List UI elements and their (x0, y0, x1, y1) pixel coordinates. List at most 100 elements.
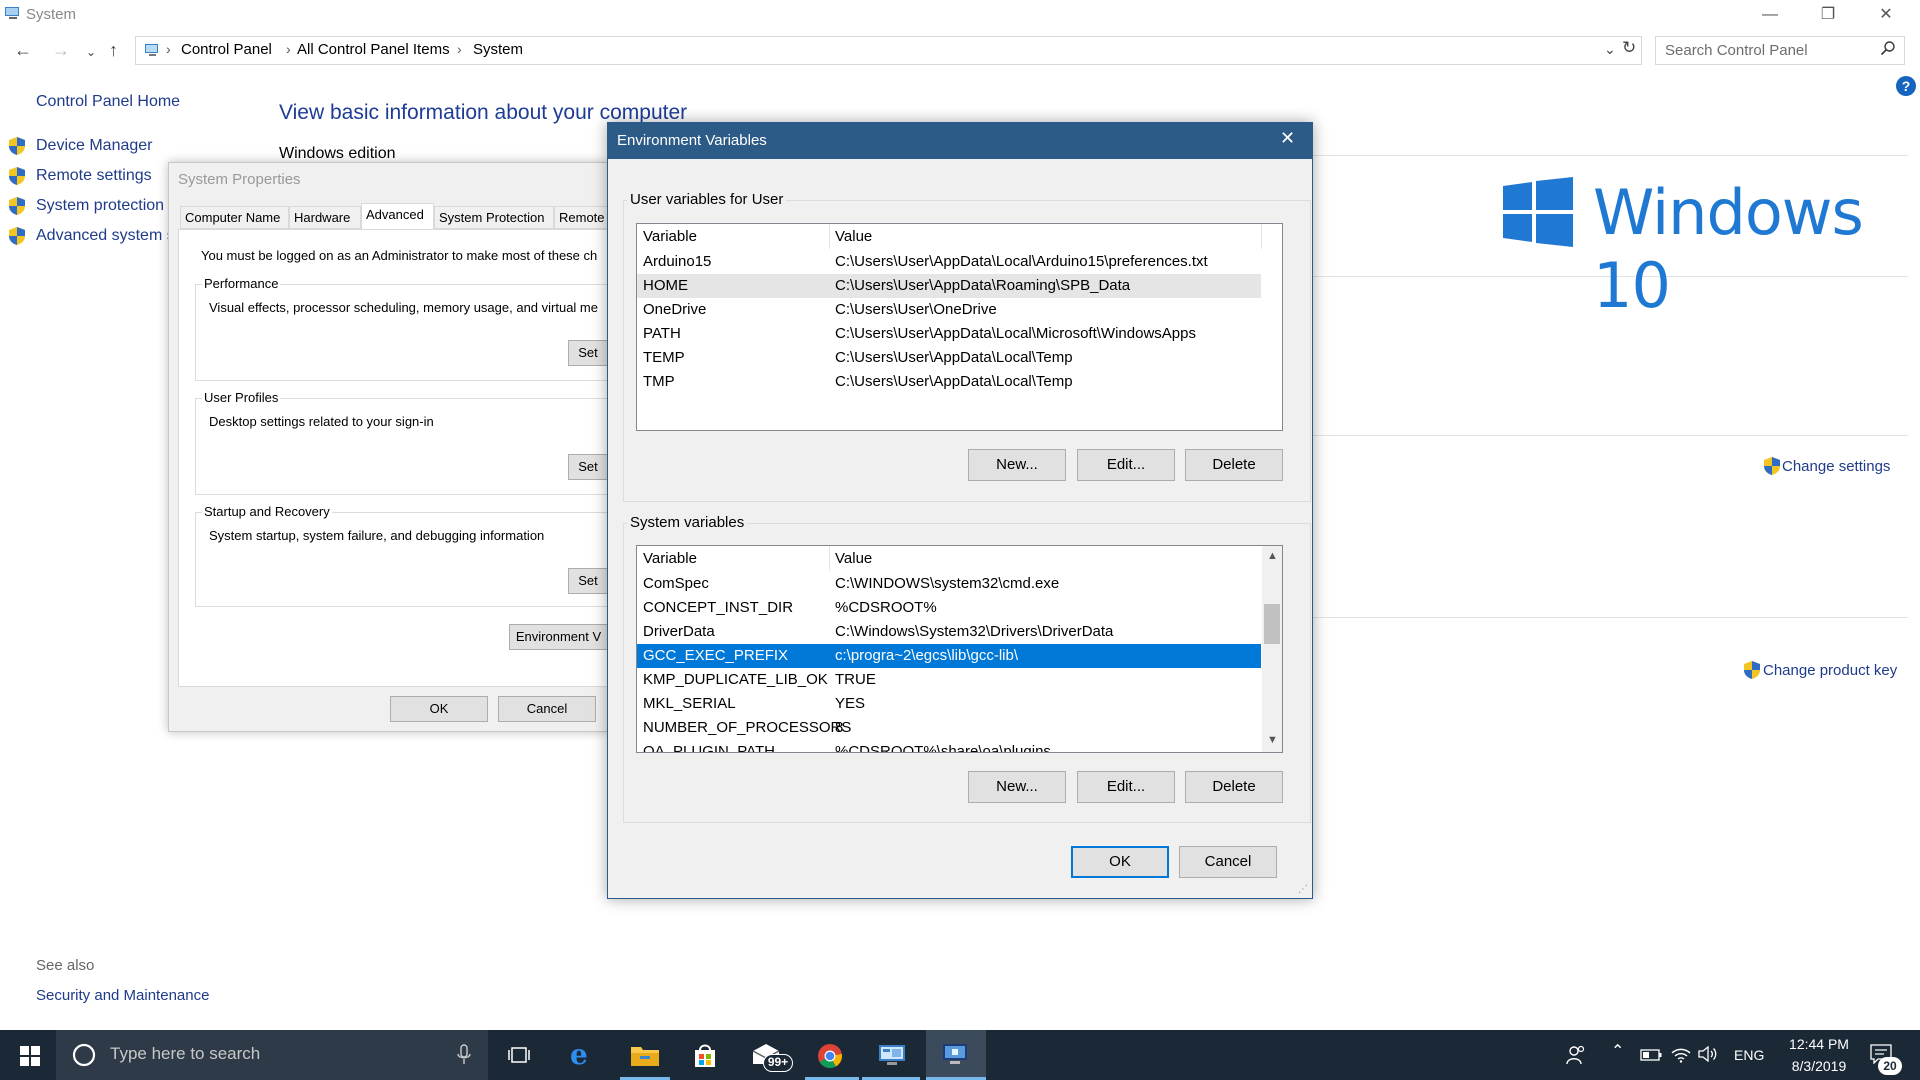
list-item[interactable]: DriverData C:\Windows\System32\Drivers\D… (637, 620, 1261, 644)
tab-advanced[interactable]: Advanced (361, 203, 434, 229)
column-header-value[interactable]: Value (835, 224, 872, 249)
control-panel-taskbar-icon[interactable] (878, 1044, 906, 1066)
column-header-value[interactable]: Value (835, 546, 872, 571)
variable-value: C:\Users\User\AppData\Local\Microsoft\Wi… (835, 325, 1196, 342)
startup-recovery-group (195, 512, 615, 607)
list-item[interactable]: OA_PLUGIN_PATH %CDSROOT%\share\oa\plugin… (637, 740, 1261, 752)
back-arrow-icon[interactable]: ← (14, 40, 32, 61)
scroll-down-icon[interactable]: ▼ (1267, 734, 1278, 746)
store-icon[interactable] (692, 1042, 718, 1068)
recent-locations-chevron-icon[interactable]: ⌄ (86, 45, 96, 59)
scrollbar-thumb[interactable] (1264, 604, 1280, 644)
volume-icon[interactable] (1698, 1046, 1718, 1062)
column-header-variable[interactable]: Variable (643, 546, 697, 571)
user-new-button[interactable]: New... (968, 449, 1066, 481)
minimize-button[interactable]: — (1742, 0, 1798, 30)
user-variables-list: Variable Value Arduino15 C:\Users\User\A… (636, 223, 1283, 431)
list-item[interactable]: ComSpec C:\WINDOWS\system32\cmd.exe (637, 572, 1261, 596)
clock-time[interactable]: 12:44 PM (1780, 1036, 1858, 1052)
list-item[interactable]: TMP C:\Users\User\AppData\Local\Temp (637, 370, 1261, 394)
list-item[interactable]: OneDrive C:\Users\User\OneDrive (637, 298, 1261, 322)
list-item[interactable]: KMP_DUPLICATE_LIB_OK TRUE (637, 668, 1261, 692)
up-arrow-icon[interactable]: ↑ (109, 40, 118, 61)
sidebar-item-device-manager[interactable]: Device Manager (36, 137, 153, 155)
scrollbar[interactable]: ▲ ▼ (1262, 546, 1282, 752)
close-button[interactable]: ✕ (1858, 0, 1914, 30)
user-profiles-settings-button[interactable]: Set (568, 454, 608, 480)
divider (1313, 617, 1908, 618)
tab-computer-name[interactable]: Computer Name (180, 206, 289, 229)
system-delete-button[interactable]: Delete (1185, 771, 1283, 803)
change-settings-link[interactable]: Change settings (1782, 458, 1890, 475)
language-indicator[interactable]: ENG (1734, 1047, 1764, 1063)
system-edit-button[interactable]: Edit... (1077, 771, 1175, 803)
system-title-bar (0, 0, 1920, 30)
variable-value: C:\Users\User\AppData\Local\Temp (835, 349, 1073, 366)
people-icon[interactable] (1566, 1045, 1586, 1065)
system-properties-ok-button[interactable]: OK (390, 696, 488, 722)
forward-arrow-icon[interactable]: → (52, 40, 70, 61)
user-delete-button[interactable]: Delete (1185, 449, 1283, 481)
list-item[interactable]: Arduino15 C:\Users\User\AppData\Local\Ar… (637, 250, 1261, 274)
environment-variables-button[interactable]: Environment V (509, 624, 608, 650)
variable-name: TMP (643, 373, 675, 390)
address-dropdown-chevron-icon[interactable]: ⌄ (1604, 41, 1616, 58)
security-maintenance-link[interactable]: Security and Maintenance (36, 987, 209, 1004)
edge-browser-icon[interactable]: e (570, 1038, 588, 1071)
column-header-variable[interactable]: Variable (643, 224, 697, 249)
change-product-key-link[interactable]: Change product key (1763, 662, 1897, 679)
env-ok-button[interactable]: OK (1071, 846, 1169, 878)
close-icon[interactable]: ✕ (1280, 128, 1295, 149)
env-cancel-button[interactable]: Cancel (1179, 846, 1277, 878)
column-separator (829, 546, 830, 571)
user-profiles-label: User Profiles (202, 390, 281, 405)
variable-name: PATH (643, 325, 681, 342)
variable-name: TEMP (643, 349, 685, 366)
startup-recovery-settings-button[interactable]: Set (568, 568, 608, 594)
breadcrumb-all-items[interactable]: All Control Panel Items (297, 41, 450, 58)
admin-note: You must be logged on as an Administrato… (201, 248, 598, 263)
list-item[interactable]: HOME C:\Users\User\AppData\Roaming\SPB_D… (637, 274, 1261, 298)
system-properties-cancel-button[interactable]: Cancel (498, 696, 596, 722)
variable-name: KMP_DUPLICATE_LIB_OK (643, 671, 828, 688)
performance-settings-button[interactable]: Set (568, 340, 608, 366)
microphone-icon[interactable] (457, 1044, 471, 1066)
system-new-button[interactable]: New... (968, 771, 1066, 803)
file-explorer-icon[interactable] (630, 1043, 660, 1067)
list-item[interactable]: CONCEPT_INST_DIR %CDSROOT% (637, 596, 1261, 620)
performance-description: Visual effects, processor scheduling, me… (209, 300, 598, 315)
performance-label: Performance (202, 276, 281, 291)
shield-icon (9, 137, 25, 155)
control-panel-home-link[interactable]: Control Panel Home (36, 93, 180, 111)
resize-grip-icon[interactable]: ⋰ (1298, 884, 1308, 895)
breadcrumb-control-panel[interactable]: Control Panel (181, 41, 272, 58)
list-item[interactable]: PATH C:\Users\User\AppData\Local\Microso… (637, 322, 1261, 346)
list-item[interactable]: NUMBER_OF_PROCESSORS 8 (637, 716, 1261, 740)
battery-icon[interactable] (1640, 1049, 1662, 1061)
shield-icon (1744, 661, 1760, 679)
scroll-up-icon[interactable]: ▲ (1267, 550, 1278, 562)
chrome-icon[interactable] (817, 1043, 843, 1069)
sidebar-item-remote-settings[interactable]: Remote settings (36, 167, 152, 185)
sidebar-item-system-protection[interactable]: System protection (36, 197, 164, 215)
breadcrumb-system[interactable]: System (473, 41, 523, 58)
task-view-icon[interactable] (508, 1045, 532, 1065)
help-icon[interactable]: ? (1896, 76, 1916, 96)
tab-system-protection[interactable]: System Protection (434, 206, 554, 229)
search-icon[interactable] (1880, 40, 1896, 56)
wifi-icon[interactable] (1671, 1045, 1691, 1063)
list-item[interactable]: MKL_SERIAL YES (637, 692, 1261, 716)
clock-date[interactable]: 8/3/2019 (1780, 1058, 1858, 1074)
user-edit-button[interactable]: Edit... (1077, 449, 1175, 481)
window-title: System (26, 6, 77, 23)
list-item-selected[interactable]: GCC_EXEC_PREFIX c:\progra~2\egcs\lib\gcc… (637, 644, 1261, 668)
start-windows-icon[interactable] (20, 1046, 40, 1066)
mail-badge: 99+ (763, 1054, 793, 1072)
tab-hardware[interactable]: Hardware (289, 206, 361, 229)
sidebar-item-advanced-system-settings[interactable]: Advanced system se (36, 227, 184, 245)
tab-remote[interactable]: Remote (554, 206, 608, 229)
refresh-icon[interactable]: ↻ (1622, 38, 1636, 58)
restore-button[interactable]: ❐ (1800, 0, 1856, 30)
list-item[interactable]: TEMP C:\Users\User\AppData\Local\Temp (637, 346, 1261, 370)
show-hidden-icons-chevron-icon[interactable]: ⌃ (1611, 1041, 1624, 1061)
